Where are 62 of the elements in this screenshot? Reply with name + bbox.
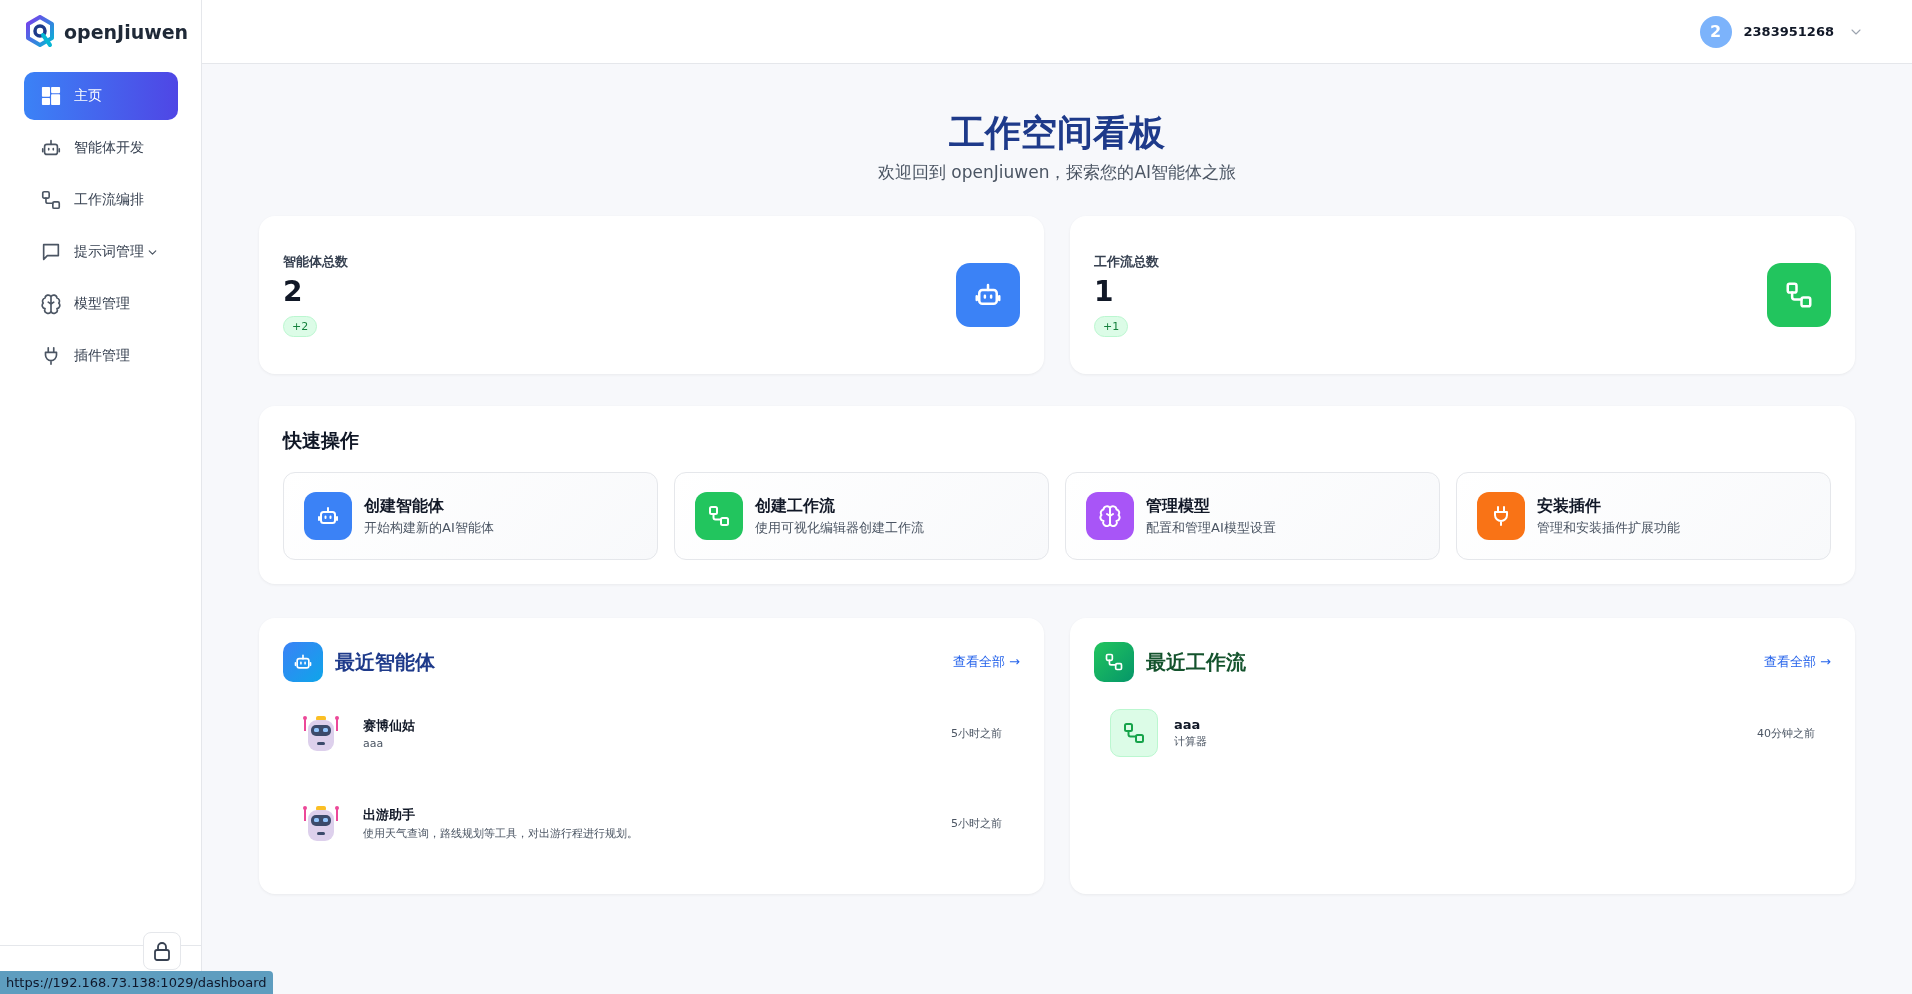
action-title: 创建智能体 [364, 495, 445, 517]
quick-action-card[interactable]: 安装插件 管理和安装插件扩展功能 [1456, 472, 1831, 560]
user-menu[interactable]: 2 2383951268 [1693, 14, 1870, 49]
stat-value: 1 [1094, 275, 1115, 309]
grid-icon [40, 85, 62, 107]
robot-icon [293, 652, 313, 672]
workflow-icon [1104, 652, 1124, 672]
view-all-link[interactable]: 查看全部 → [952, 653, 1020, 671]
action-description: 开始构建新的AI智能体 [364, 518, 494, 537]
action-description: 配置和管理AI模型设置 [1146, 518, 1276, 537]
lock-button[interactable] [143, 932, 181, 970]
item-description: 计算器 [1174, 734, 1207, 749]
section-title: 快速操作 [283, 428, 360, 453]
status-url-tooltip: https://192.168.73.138:1029/dashboard [0, 971, 273, 994]
page-title: 工作空间看板 [948, 111, 1166, 155]
nav-item[interactable]: 模型管理 [24, 280, 178, 328]
workflow-icon [1784, 280, 1814, 310]
item-time: 5小时之前 [951, 815, 1002, 831]
action-title: 创建工作流 [755, 495, 836, 517]
logo-icon [24, 15, 56, 49]
brain-icon [1098, 504, 1122, 528]
item-time: 5小时之前 [951, 725, 1002, 741]
stat-change-badge: +1 [1094, 315, 1129, 337]
quick-action-card[interactable]: 创建工作流 使用可视化编辑器创建工作流 [674, 472, 1049, 560]
action-title: 安装插件 [1537, 495, 1602, 517]
panel-title: 最近工作流 [1146, 648, 1247, 676]
action-description: 使用可视化编辑器创建工作流 [755, 518, 924, 537]
nav-item[interactable]: 提示词管理 [24, 228, 178, 276]
panel-title: 最近智能体 [335, 648, 436, 676]
view-all-link[interactable]: 查看全部 → [1763, 653, 1831, 671]
stat-value: 2 [283, 275, 304, 309]
stat-change-badge: +2 [283, 315, 318, 337]
nav-item[interactable]: 主页 [24, 72, 178, 120]
action-description: 管理和安装插件扩展功能 [1537, 518, 1680, 537]
item-name: 赛博仙姑 [363, 716, 415, 735]
item-description: 使用天气查询，路线规划等工具，对出游行程进行规划。 [363, 825, 638, 841]
item-name: aaa [1174, 717, 1202, 732]
action-title: 管理模型 [1146, 495, 1211, 517]
recent-item[interactable]: 出游助手 使用天气查询，路线规划等工具，对出游行程进行规划。 5小时之前 [283, 790, 1020, 856]
chat-icon [40, 241, 62, 263]
brain-icon [40, 293, 62, 315]
workflow-icon [40, 189, 62, 211]
item-name: 出游助手 [363, 805, 416, 824]
quick-action-card[interactable]: 创建智能体 开始构建新的AI智能体 [283, 472, 658, 560]
user-name: 2383951268 [1743, 24, 1834, 39]
recent-item[interactable]: 赛博仙姑 aaa 5小时之前 [283, 700, 1020, 766]
workflow-icon [1122, 721, 1146, 745]
stat-label: 智能体总数 [283, 253, 348, 272]
robot-avatar-icon [301, 803, 341, 843]
quick-action-card[interactable]: 管理模型 配置和管理AI模型设置 [1065, 472, 1440, 560]
page-subtitle: 欢迎回到 openJiuwen，探索您的AI智能体之旅 [876, 161, 1238, 184]
nav-item[interactable]: 插件管理 [24, 332, 178, 380]
nav-item[interactable]: 工作流编排 [24, 176, 178, 224]
robot-avatar-icon [301, 713, 341, 753]
recent-item[interactable]: aaa 计算器 40分钟之前 [1094, 700, 1831, 766]
nav-item[interactable]: 智能体开发 [24, 124, 178, 172]
stat-label: 工作流总数 [1094, 253, 1159, 272]
user-avatar: 2 [1699, 15, 1732, 48]
workflow-icon [707, 504, 731, 528]
item-description: aaa [363, 736, 385, 750]
item-time: 40分钟之前 [1757, 725, 1815, 741]
brand-name: openJiuwen [64, 21, 189, 43]
